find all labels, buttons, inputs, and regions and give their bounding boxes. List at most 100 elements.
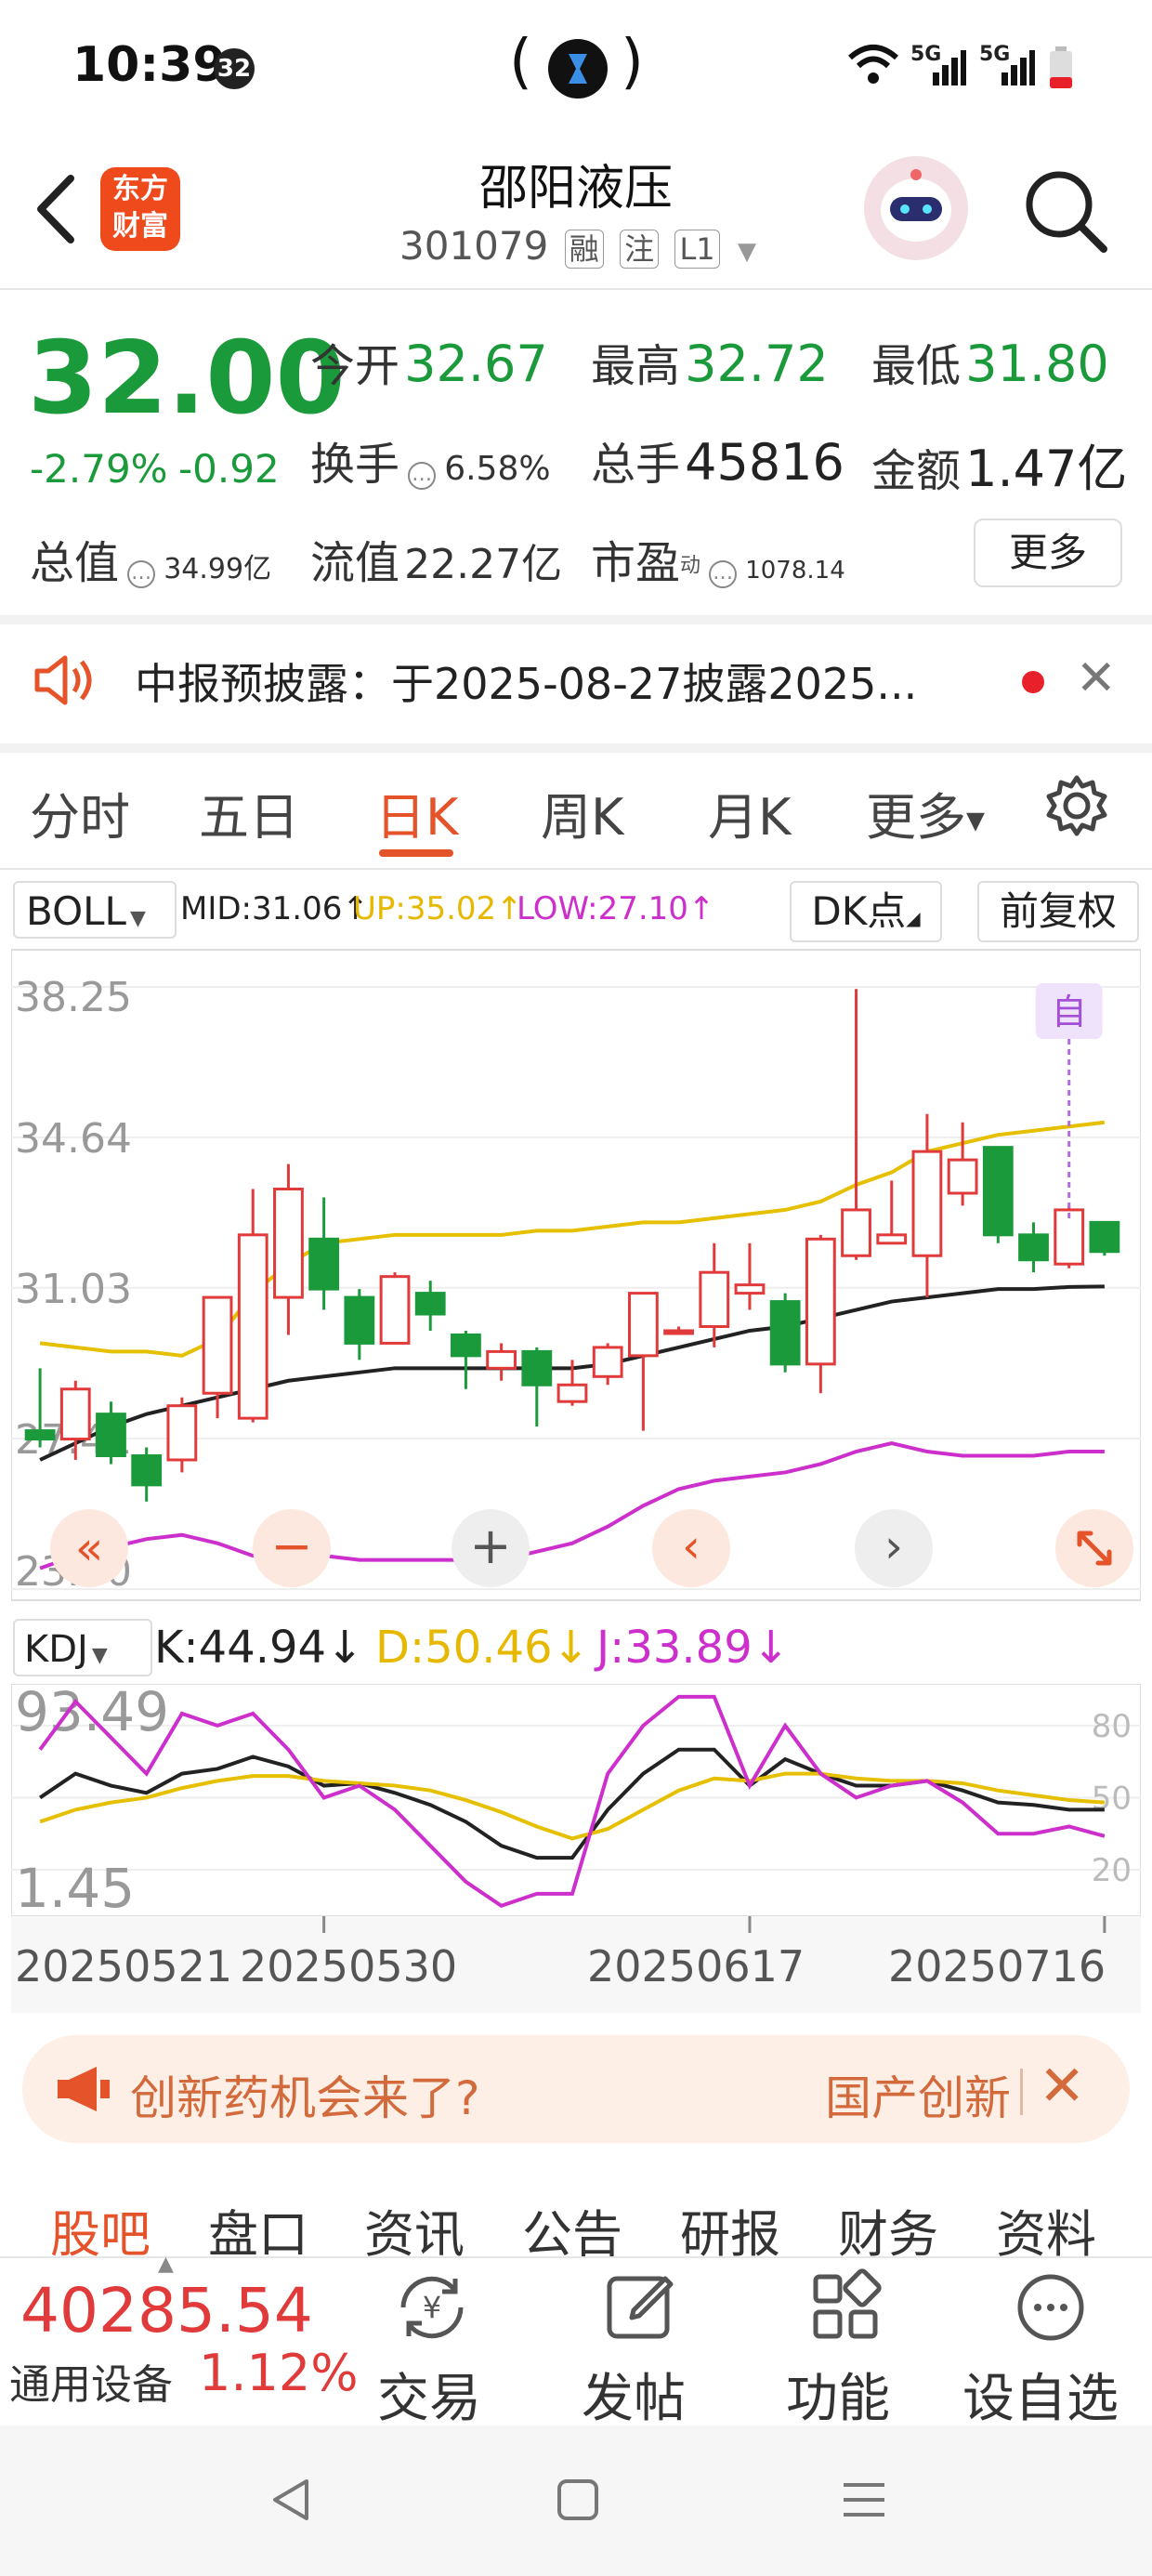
amount-value: 1.47亿 <box>965 440 1128 498</box>
sector-name[interactable]: 通用设备 <box>9 2351 173 2411</box>
scroll-left-icon[interactable]: ‹ <box>652 1509 730 1587</box>
chart-frame <box>11 949 1141 1601</box>
scroll-right-icon[interactable]: › <box>855 1509 933 1587</box>
kdj-grid-label: 20 <box>1092 1852 1132 1889</box>
kdj-grid-label: 50 <box>1092 1780 1132 1817</box>
info-icon[interactable]: … <box>127 559 156 588</box>
post-icon[interactable] <box>598 2266 682 2353</box>
x-tick-label: 20250617 <box>587 1941 805 1991</box>
tab-daily-k[interactable]: 日K <box>375 776 458 849</box>
candle-body <box>663 1329 694 1335</box>
y-tick-label: 31.03 <box>15 1266 132 1313</box>
close-notice-icon[interactable]: ✕ <box>1076 651 1117 706</box>
settings-gear-icon[interactable] <box>1044 773 1109 842</box>
pe-superscript: 动 <box>680 554 701 578</box>
candle-body <box>947 1158 978 1195</box>
stock-code-line[interactable]: 301079 融 注 L1 ▼ <box>399 223 756 269</box>
tab-more[interactable]: 更多▼ <box>866 776 985 849</box>
tab-intraday[interactable]: 分时 <box>30 776 130 849</box>
pe-label: 市盈 <box>591 537 681 589</box>
tag-registered: 注 <box>620 230 660 269</box>
collapse-caret-icon[interactable]: ▲ <box>158 2253 174 2276</box>
nav-home-icon[interactable] <box>550 2472 606 2531</box>
candle-body <box>308 1237 340 1291</box>
watchlist-label[interactable]: 设自选 <box>962 2357 1119 2432</box>
candle-body <box>769 1300 801 1366</box>
candle-body <box>876 1233 908 1245</box>
close-banner-icon[interactable]: ✕ <box>1039 2054 1085 2119</box>
info-icon[interactable]: … <box>408 461 437 490</box>
banner-right-text[interactable]: 国产创新 <box>825 2061 1011 2128</box>
trade-label[interactable]: 交易 <box>377 2357 481 2432</box>
dropdown-icon: ▼ <box>966 807 985 835</box>
turnover-label: 换手 <box>310 439 400 491</box>
assistant-avatar[interactable] <box>864 156 968 260</box>
adjust-button[interactable]: 前复权 <box>977 881 1139 942</box>
change-amount: -0.92 <box>178 446 280 492</box>
banner-text[interactable]: 创新药机会来了? <box>130 2061 480 2128</box>
candle-body <box>237 1233 268 1420</box>
indicator-select[interactable]: BOLL ▼ <box>13 881 177 939</box>
paren-left: ( <box>509 28 532 97</box>
pe-value: 1078.14 <box>745 557 845 585</box>
unread-dot <box>1022 671 1044 693</box>
zoom-out-icon[interactable]: − <box>253 1509 331 1587</box>
hourglass-icon <box>548 39 608 99</box>
dk-point-button[interactable]: DK点◢ <box>790 881 942 942</box>
candle-body <box>451 1333 481 1358</box>
kdj-k-value: K:44.94↓ <box>154 1622 364 1674</box>
nav-menu-icon[interactable] <box>836 2472 892 2531</box>
info-icon[interactable]: … <box>709 559 738 588</box>
volume-value: 45816 <box>685 433 844 492</box>
mktcap-value: 34.99亿 <box>164 553 272 585</box>
tag-level: L1 <box>674 230 720 269</box>
kdj-label: KDJ <box>24 1628 88 1671</box>
candlestick-chart[interactable]: 38.2534.6431.0327.4123.80自 <box>11 946 1141 1604</box>
dropdown-icon: ▼ <box>738 238 756 266</box>
high-label: 最高 <box>591 340 681 392</box>
function-grid-icon[interactable] <box>805 2266 888 2353</box>
fullscreen-icon[interactable] <box>1055 1509 1133 1587</box>
candle-body <box>556 1383 588 1403</box>
kdj-chart[interactable]: 80 50 20 93.49 1.45 20250521 20250530 20250617 2… <box>11 1684 1141 2013</box>
tab-monthly-k[interactable]: 月K <box>708 776 791 849</box>
dk-label: DK点 <box>811 888 907 934</box>
dropdown-icon: ▼ <box>129 907 146 930</box>
battery-icon <box>1048 46 1074 93</box>
trade-icon[interactable]: ¥ <box>390 2266 474 2353</box>
function-label[interactable]: 功能 <box>786 2357 890 2432</box>
candle-body <box>131 1453 163 1487</box>
tab-weekly-k[interactable]: 周K <box>541 776 623 849</box>
volume-label: 总手 <box>591 439 681 491</box>
sector-index-value[interactable]: 40285.54 <box>20 2275 313 2346</box>
indicator-label: BOLL <box>26 888 126 934</box>
nav-back-icon[interactable] <box>264 2472 320 2531</box>
kdj-grid-label: 80 <box>1092 1708 1132 1745</box>
notice-text[interactable]: 中报预披露：于2025-08-27披露2025... <box>135 651 917 712</box>
candle-body <box>379 1275 411 1345</box>
header-divider <box>0 288 1152 290</box>
candle-body <box>59 1387 91 1441</box>
volume-field: 总手 45816 <box>591 427 844 493</box>
scroll-left-fast-icon[interactable]: « <box>50 1509 128 1587</box>
section-divider <box>0 615 1152 624</box>
candle-body <box>734 1283 766 1295</box>
tab-five-day[interactable]: 五日 <box>199 776 299 849</box>
kdj-y-min-label: 1.45 <box>15 1857 135 1920</box>
candle-body <box>841 1208 871 1257</box>
candle-body <box>1018 1233 1049 1262</box>
more-quote-button[interactable]: 更多 <box>974 519 1122 587</box>
search-icon[interactable] <box>1022 167 1111 260</box>
candle-body <box>805 1237 836 1366</box>
boll-up-value: UP:35.02↑ <box>353 890 523 927</box>
post-label[interactable]: 发帖 <box>582 2357 686 2432</box>
kdj-indicator-select[interactable]: KDJ ▼ <box>13 1619 152 1676</box>
speaker-icon <box>32 652 97 712</box>
kdj-k-line <box>38 1747 1105 1860</box>
zoom-in-icon[interactable]: + <box>452 1509 530 1587</box>
open-value: 32.67 <box>404 335 548 393</box>
low-value: 31.80 <box>965 335 1109 393</box>
add-watchlist-icon[interactable] <box>1009 2266 1093 2353</box>
candle-body <box>486 1349 517 1370</box>
candle-body <box>344 1295 375 1345</box>
